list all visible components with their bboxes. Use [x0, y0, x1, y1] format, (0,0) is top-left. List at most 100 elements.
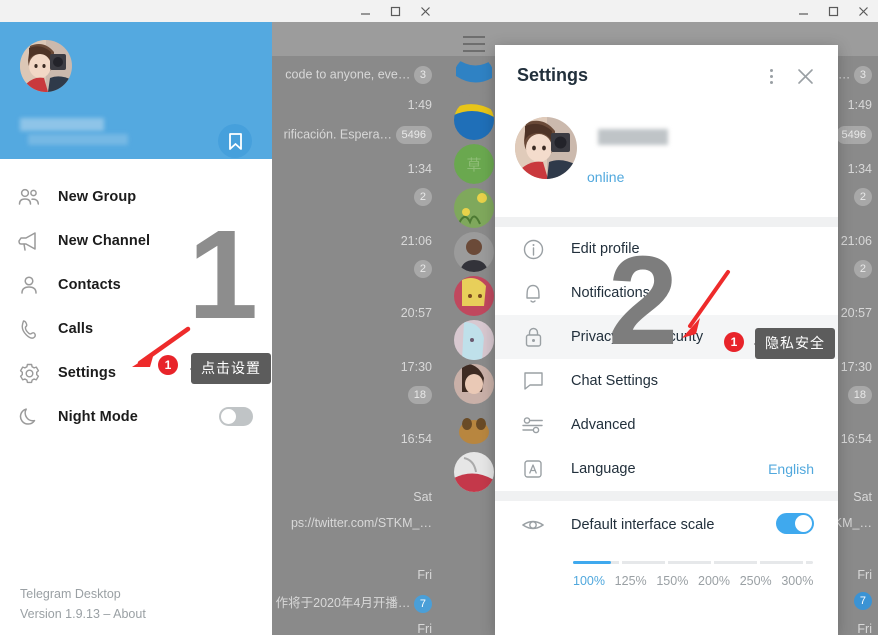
more-vertical-icon[interactable]	[760, 65, 782, 87]
app-version[interactable]: Version 1.9.13 – About	[20, 607, 146, 621]
avatar[interactable]	[454, 188, 494, 228]
avatar[interactable]	[454, 232, 494, 272]
close-icon[interactable]	[410, 0, 440, 22]
avatar[interactable]	[454, 100, 494, 140]
step-badge-2: 1	[724, 332, 744, 352]
left-window-titlebar	[0, 0, 440, 22]
slider-track[interactable]	[573, 561, 813, 564]
avatar[interactable]	[454, 320, 494, 360]
minimize-icon[interactable]	[788, 0, 818, 22]
list-item[interactable]: 1:34	[408, 162, 432, 176]
list-item[interactable]: 17:30	[841, 360, 872, 374]
avatar[interactable]: 草	[454, 144, 494, 184]
list-item[interactable]: code to anyone, eve… 3	[285, 66, 432, 84]
scale-option-100[interactable]: 100%	[573, 574, 615, 588]
settings-dialog-header: Settings	[495, 45, 838, 107]
default-interface-scale-toggle[interactable]	[776, 513, 814, 534]
unread-badge-wrap: 18	[847, 386, 872, 404]
scale-option-125[interactable]: 125%	[615, 574, 657, 588]
list-item[interactable]: Fri	[417, 622, 432, 635]
menu-profile-header[interactable]	[0, 22, 272, 159]
list-item[interactable]: 21:06	[841, 234, 872, 248]
list-item[interactable]: Sat	[853, 490, 872, 504]
settings-profile-block[interactable]: online	[495, 107, 838, 217]
scale-option-200[interactable]: 200%	[698, 574, 740, 588]
list-item[interactable]: 1:49	[408, 98, 432, 112]
list-item[interactable]: KM_…	[834, 516, 872, 530]
interface-scale-slider[interactable]: 100% 125% 150% 200% 250% 300%	[495, 549, 838, 588]
list-item[interactable]: 20:57	[841, 306, 872, 320]
tooltip-privacy-security: 隐私安全	[754, 328, 835, 359]
menu-item-label: Calls	[58, 321, 94, 337]
avatar[interactable]	[454, 452, 494, 492]
list-item[interactable]: Fri	[857, 568, 872, 582]
menu-item-night-mode[interactable]: Night Mode	[0, 395, 272, 439]
maximize-icon[interactable]	[818, 0, 848, 22]
close-icon[interactable]	[848, 0, 878, 22]
maximize-icon[interactable]	[380, 0, 410, 22]
list-item[interactable]: Fri	[417, 568, 432, 582]
list-item[interactable]: 1:34	[848, 162, 872, 176]
menu-item-label: Contacts	[58, 277, 121, 293]
slider-tick	[711, 561, 714, 564]
slider-fill	[573, 561, 611, 564]
menu-item-label: New Channel	[58, 233, 151, 249]
chat-preview: ps://twitter.com/STKM_…	[290, 516, 432, 530]
list-item[interactable]: rificación. Espera… 5496	[284, 126, 432, 144]
list-item[interactable]: Fri	[857, 622, 872, 635]
step-badge-1: 1	[158, 355, 178, 375]
list-item[interactable]: 16:54	[841, 432, 872, 446]
chat-time: 21:06	[400, 234, 432, 248]
list-item[interactable]: ps://twitter.com/STKM_…	[291, 516, 432, 530]
avatar[interactable]	[454, 408, 494, 448]
chat-time: Sat	[413, 490, 432, 504]
slider-tick	[803, 561, 806, 564]
list-item[interactable]: Sat	[413, 490, 432, 504]
unread-badge-wrap: 5496	[835, 126, 872, 144]
list-item[interactable]: 16:54	[401, 432, 432, 446]
unread-badge: 7	[413, 594, 432, 613]
close-icon[interactable]	[792, 63, 818, 89]
settings-row-advanced[interactable]: Advanced	[495, 403, 838, 447]
chat-bubble-icon	[495, 371, 571, 391]
settings-row-default-interface-scale[interactable]: Default interface scale	[495, 501, 838, 549]
list-item[interactable]: 20:57	[401, 306, 432, 320]
list-item[interactable]: 1:49	[848, 98, 872, 112]
hamburger-icon[interactable]	[463, 36, 485, 52]
language-value[interactable]: English	[768, 461, 814, 477]
avatar[interactable]	[20, 40, 72, 92]
lock-icon	[495, 326, 571, 348]
settings-row-language[interactable]: Language English	[495, 447, 838, 491]
chat-preview: rificación. Espera…	[283, 127, 393, 142]
night-mode-toggle[interactable]	[219, 407, 253, 426]
app-name: Telegram Desktop	[20, 587, 121, 601]
avatar[interactable]	[454, 276, 494, 316]
avatar[interactable]	[454, 56, 494, 96]
scale-option-300[interactable]: 300%	[781, 574, 823, 588]
avatar[interactable]	[515, 117, 577, 179]
scale-option-150[interactable]: 150%	[656, 574, 698, 588]
avatar-image	[20, 40, 72, 92]
scale-option-250[interactable]: 250%	[740, 574, 782, 588]
chat-time: 17:30	[400, 360, 432, 374]
unread-badge: 18	[847, 386, 872, 404]
chat-time: 16:54	[840, 432, 872, 446]
profile-status: online	[587, 169, 625, 185]
list-item[interactable]: 21:06	[401, 234, 432, 248]
group-icon	[0, 188, 58, 206]
slider-tick	[757, 561, 760, 564]
saved-messages-button[interactable]	[218, 124, 252, 158]
chat-time: Fri	[417, 568, 432, 582]
unread-badge: 5496	[395, 126, 432, 144]
chat-time: 20:57	[400, 306, 432, 320]
right-telegram-window: 草 a… 3 1:49 5496 1:34 2 21:06 2 20:57 17…	[440, 0, 878, 635]
settings-row-label: Default interface scale	[571, 517, 715, 533]
avatar[interactable]	[454, 364, 494, 404]
list-item[interactable]: 作将于2020年4月开播… 7	[276, 592, 432, 613]
list-item[interactable]: 17:30	[401, 360, 432, 374]
minimize-icon[interactable]	[350, 0, 380, 22]
unread-badge: 5496	[835, 126, 872, 144]
section-divider	[495, 217, 838, 227]
chat-time: Fri	[857, 622, 872, 635]
unread-badge-wrap: 2	[413, 260, 432, 278]
